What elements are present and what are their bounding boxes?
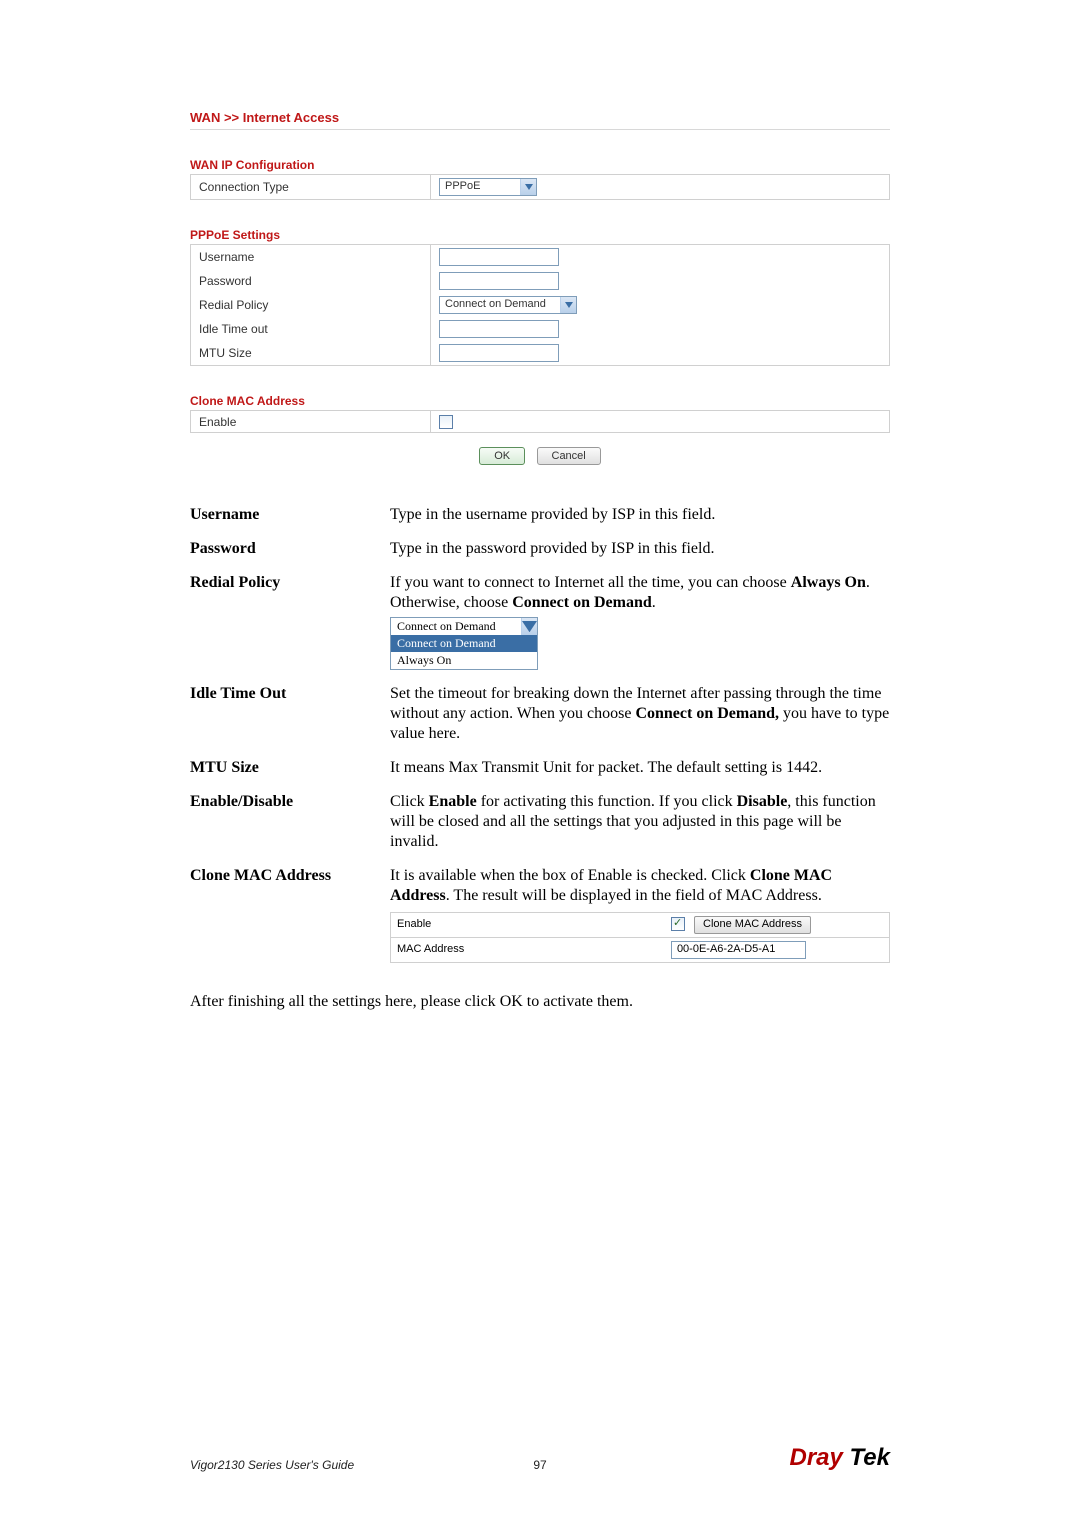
chevron-down-icon — [560, 297, 576, 313]
desc-username-term: Username — [190, 505, 390, 525]
section-pppoe: PPPoE Settings — [190, 228, 890, 242]
desc-mtu-text: It means Max Transmit Unit for packet. T… — [390, 758, 890, 778]
redial-policy-label: Redial Policy — [191, 293, 431, 317]
desc-redial-term: Redial Policy — [190, 573, 390, 670]
redial-policy-value: Connect on Demand — [440, 297, 560, 313]
draytek-logo: Dray Tek — [789, 1444, 890, 1472]
clone-mac-example: Enable Clone MAC Address MAC Address 00-… — [390, 912, 890, 963]
table-wan-ip: Connection Type PPPoE — [190, 174, 890, 200]
desc-enable-text: Click Enable for activating this functio… — [390, 792, 890, 852]
cancel-button[interactable]: Cancel — [537, 447, 601, 465]
desc-password-text: Type in the password provided by ISP in … — [390, 539, 890, 559]
desc-idle-term: Idle Time Out — [190, 684, 390, 744]
clone-ex-enable-label: Enable — [391, 913, 665, 938]
password-input[interactable] — [439, 272, 559, 290]
ok-button[interactable]: OK — [479, 447, 525, 465]
closing-text: After finishing all the settings here, p… — [190, 993, 890, 1011]
idle-timeout-label: Idle Time out — [191, 317, 431, 341]
clone-ex-mac-label: MAC Address — [391, 937, 665, 962]
footer-guide: Vigor2130 Series User's Guide — [190, 1458, 354, 1472]
enable-label: Enable — [191, 411, 431, 433]
conn-type-select[interactable]: PPPoE — [439, 178, 537, 196]
chevron-down-icon — [521, 618, 537, 635]
idle-timeout-input[interactable] — [439, 320, 559, 338]
redial-dropdown-selected: Connect on Demand — [391, 618, 521, 635]
section-clone-mac: Clone MAC Address — [190, 394, 890, 408]
desc-clone-term: Clone MAC Address — [190, 866, 390, 963]
divider — [190, 129, 890, 130]
redial-policy-select[interactable]: Connect on Demand — [439, 296, 577, 314]
mtu-size-label: MTU Size — [191, 341, 431, 366]
desc-mtu-term: MTU Size — [190, 758, 390, 778]
clone-ex-enable-checkbox[interactable] — [671, 917, 685, 931]
username-input[interactable] — [439, 248, 559, 266]
footer-page-number: 97 — [533, 1458, 546, 1472]
redial-option-always-on[interactable]: Always On — [391, 652, 537, 669]
mtu-size-input[interactable] — [439, 344, 559, 362]
conn-type-value: PPPoE — [440, 179, 520, 195]
table-clone-mac: Enable — [190, 410, 890, 433]
desc-password-term: Password — [190, 539, 390, 559]
username-label: Username — [191, 245, 431, 270]
chevron-down-icon — [520, 179, 536, 195]
redial-option-connect-on-demand[interactable]: Connect on Demand — [391, 635, 537, 652]
desc-idle-text: Set the timeout for breaking down the In… — [390, 684, 890, 744]
table-pppoe: Username Password Redial Policy Connect … — [190, 244, 890, 366]
desc-username-text: Type in the username provided by ISP in … — [390, 505, 890, 525]
desc-clone-text: It is available when the box of Enable i… — [390, 867, 832, 904]
password-label: Password — [191, 269, 431, 293]
desc-redial-text: If you want to connect to Internet all t… — [390, 574, 870, 611]
conn-type-label: Connection Type — [191, 175, 431, 200]
enable-checkbox[interactable] — [439, 415, 453, 429]
breadcrumb: WAN >> Internet Access — [190, 110, 890, 125]
clone-ex-mac-input[interactable]: 00-0E-A6-2A-D5-A1 — [671, 941, 806, 959]
redial-dropdown-expanded[interactable]: Connect on Demand Connect on Demand Alwa… — [390, 617, 538, 670]
desc-enable-term: Enable/Disable — [190, 792, 390, 852]
clone-mac-address-button[interactable]: Clone MAC Address — [694, 916, 811, 934]
section-wan-ip: WAN IP Configuration — [190, 158, 890, 172]
